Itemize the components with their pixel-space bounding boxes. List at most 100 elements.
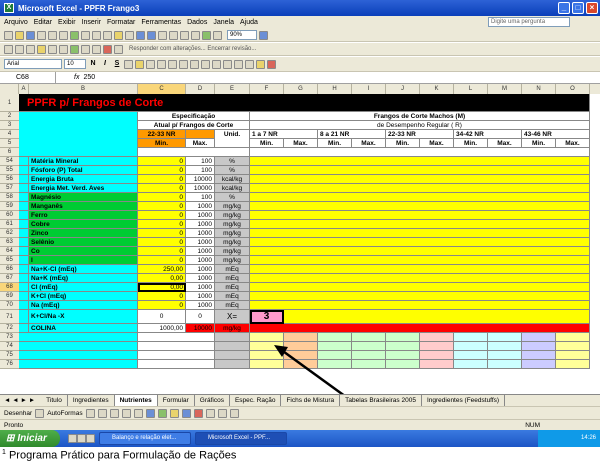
nutrient-right-60[interactable] (250, 211, 590, 220)
empty-74-8[interactable] (522, 342, 556, 351)
line-style-icon[interactable] (205, 408, 215, 418)
row-a-72[interactable] (19, 324, 29, 333)
empty-76-4[interactable] (386, 360, 420, 369)
max-header[interactable]: Max. (186, 139, 215, 148)
row-a-66[interactable] (19, 265, 29, 274)
column-header-g[interactable]: G (284, 84, 318, 94)
row-a-64[interactable] (19, 247, 29, 256)
font-size-select[interactable]: 10 (64, 59, 86, 69)
row-a-65[interactable] (19, 256, 29, 265)
task-excel[interactable]: Microsoft Excel - PPF... (195, 432, 287, 445)
empty-e-74[interactable] (215, 342, 250, 351)
task-word-doc[interactable]: Balanço e relação elet... (99, 432, 191, 445)
empty-73-8[interactable] (522, 333, 556, 342)
row-a-71[interactable] (19, 310, 29, 324)
review-text[interactable]: Responder com alterações... Encerrar rev… (129, 46, 256, 52)
review-icon-1[interactable] (4, 44, 13, 54)
nutrient-max-55[interactable]: 100 (186, 166, 215, 175)
nutrient-max-64[interactable]: 1000 (186, 247, 215, 256)
empty-c-73[interactable] (138, 333, 215, 342)
nutrient-right-64[interactable] (250, 247, 590, 256)
nutrient-right-70[interactable] (250, 301, 590, 310)
menu-formatar[interactable]: Formatar (107, 19, 135, 26)
header-row6-right[interactable] (250, 148, 590, 157)
range-header-5[interactable]: 43-46 NR (522, 130, 590, 139)
nutrient-unit-67[interactable]: mEq (215, 274, 250, 283)
percent-icon[interactable] (179, 59, 188, 69)
menu-ferramentas[interactable]: Ferramentas (141, 19, 181, 26)
column-header-c[interactable]: C (138, 84, 186, 94)
start-button[interactable]: ⊞ Iniciar (0, 430, 60, 447)
empty-74-7[interactable] (488, 342, 522, 351)
new-icon[interactable] (4, 30, 13, 40)
column-header-a[interactable]: A (19, 84, 29, 94)
column-header-i[interactable]: I (352, 84, 386, 94)
row-a-56[interactable] (19, 175, 29, 184)
row-a-61[interactable] (19, 220, 29, 229)
align-center-icon[interactable] (135, 59, 144, 69)
empty-b-75[interactable] (19, 351, 138, 360)
draw-fill-color-icon[interactable] (169, 408, 179, 418)
row-header[interactable]: 60 (0, 211, 19, 220)
row-a-55[interactable] (19, 166, 29, 175)
nutrient-max-58[interactable]: 100 (186, 193, 215, 202)
help-search-input[interactable]: Digite uma pergunta (488, 17, 570, 27)
help-icon[interactable] (259, 30, 268, 40)
nutrient-unit-63[interactable]: mg/kg (215, 238, 250, 247)
row-a-62[interactable] (19, 229, 29, 238)
quicklaunch-icon-1[interactable] (68, 434, 77, 443)
nutrient-right-67[interactable] (250, 274, 590, 283)
empty-76-8[interactable] (522, 360, 556, 369)
select-all-corner[interactable] (0, 84, 19, 94)
row-header[interactable]: 76 (0, 360, 19, 369)
row-a-57[interactable] (19, 184, 29, 193)
nutrient-min-58[interactable]: 0 (138, 193, 186, 202)
nutrient-min-67[interactable]: 0,00 (138, 274, 186, 283)
menu-inserir[interactable]: Inserir (82, 19, 101, 26)
colina-max[interactable]: 10000 (186, 324, 215, 333)
nutrient-max-67[interactable]: 1000 (186, 274, 215, 283)
nutrient-right-62[interactable] (250, 229, 590, 238)
empty-75-9[interactable] (556, 351, 590, 360)
nutrient-label-61[interactable]: Cobre (29, 220, 138, 229)
column-header-l[interactable]: L (454, 84, 488, 94)
nutrient-label-54[interactable]: Matéria Mineral (29, 157, 138, 166)
menu-exibir[interactable]: Exibir (58, 19, 76, 26)
row-header[interactable]: 1 (0, 94, 19, 112)
nutrient-unit-65[interactable]: mg/kg (215, 256, 250, 265)
range-min-4[interactable]: Min. (454, 139, 488, 148)
row-a-67[interactable] (19, 274, 29, 283)
nutrient-min-70[interactable]: 0 (138, 301, 186, 310)
permission-icon[interactable] (37, 30, 46, 40)
empty-e-75[interactable] (215, 351, 250, 360)
ratio-right[interactable] (284, 310, 590, 324)
nutrient-min-64[interactable]: 0 (138, 247, 186, 256)
align-right-icon[interactable] (146, 59, 155, 69)
formula-input[interactable]: 250 (83, 74, 95, 81)
menu-ajuda[interactable]: Ajuda (240, 19, 258, 26)
autosum-icon[interactable] (169, 30, 178, 40)
increase-indent-icon[interactable] (234, 59, 243, 69)
colina-label[interactable]: COLINA (29, 324, 138, 333)
nutrient-max-61[interactable]: 1000 (186, 220, 215, 229)
empty-e-73[interactable] (215, 333, 250, 342)
colina-unit[interactable]: mg/kg (215, 324, 250, 333)
range-max-2[interactable]: Max. (352, 139, 386, 148)
column-header-m[interactable]: M (488, 84, 522, 94)
row-a-59[interactable] (19, 202, 29, 211)
fx-icon[interactable]: fx (74, 74, 79, 81)
fill-color-icon[interactable] (256, 59, 265, 69)
nutrient-max-57[interactable]: 10000 (186, 184, 215, 193)
row-header[interactable]: 71 (0, 310, 19, 324)
empty-75-6[interactable] (454, 351, 488, 360)
row-header[interactable]: 5 (0, 139, 19, 148)
nutrient-min-57[interactable]: 0 (138, 184, 186, 193)
row-header[interactable]: 4 (0, 130, 19, 139)
nutrient-min-63[interactable]: 0 (138, 238, 186, 247)
shadow-icon[interactable] (217, 408, 227, 418)
nutrient-max-54[interactable]: 100 (186, 157, 215, 166)
3d-icon[interactable] (229, 408, 239, 418)
empty-76-7[interactable] (488, 360, 522, 369)
tab-formular[interactable]: Formular (158, 395, 195, 406)
row-a-63[interactable] (19, 238, 29, 247)
